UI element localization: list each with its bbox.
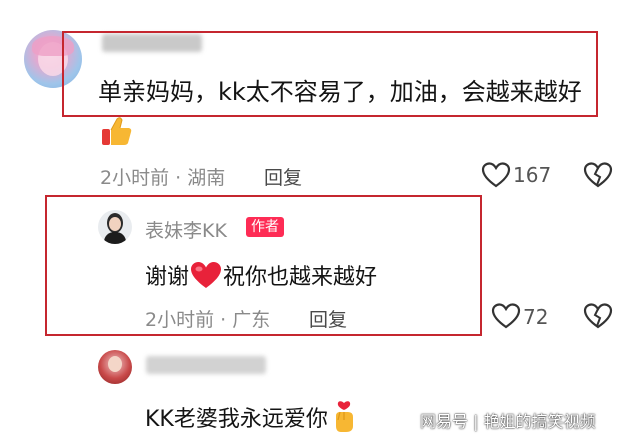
avatar[interactable] — [98, 350, 132, 384]
comment-text: KK老婆我永远爱你 — [145, 400, 360, 434]
watermark: 网易号 | 艳姐的搞笑视频 — [420, 412, 596, 431]
author-username[interactable]: 表妹李KK — [145, 216, 227, 243]
like-heart-icon[interactable] — [481, 161, 511, 189]
reply-button[interactable]: 回复 — [309, 305, 347, 332]
dislike-broken-heart-icon[interactable] — [583, 302, 613, 330]
reply-button[interactable]: 回复 — [264, 163, 302, 190]
red-heart-emoji — [189, 260, 223, 290]
dislike-broken-heart-icon[interactable] — [583, 161, 613, 189]
comment-time-location: 2小时前 · 湖南 — [100, 167, 226, 189]
comment-text-content: KK老婆我永远爱你 — [145, 407, 328, 432]
author-badge: 作者 — [246, 217, 284, 237]
username-blurred[interactable] — [146, 356, 266, 374]
reply-text: 谢谢 祝你也越来越好 — [145, 259, 377, 291]
like-count: 72 — [523, 305, 549, 329]
reply-time-location: 2小时前 · 广东 — [145, 309, 271, 331]
like-heart-icon[interactable] — [491, 302, 521, 330]
like-count: 167 — [513, 163, 552, 187]
reply-text-after: 祝你也越来越好 — [223, 265, 378, 290]
reply-text-before: 谢谢 — [145, 265, 190, 290]
author-avatar[interactable] — [98, 210, 132, 244]
finger-heart-emoji — [330, 400, 360, 434]
thumbs-up-emoji — [100, 114, 134, 148]
comment-text: 单亲妈妈，kk太不容易了，加油，会越来越好 — [98, 78, 582, 106]
